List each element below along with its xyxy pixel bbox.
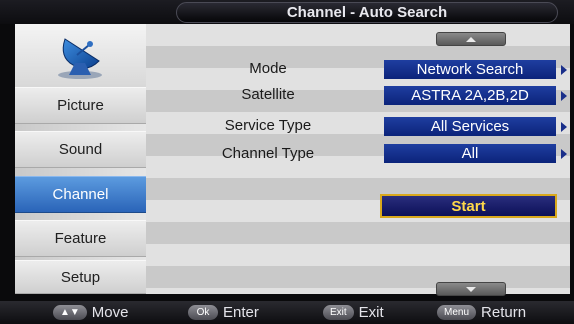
row-stripe [146, 288, 570, 294]
mode-select[interactable]: Network Search [384, 60, 556, 79]
sidebar-item-label: Setup [60, 268, 101, 286]
hint-label: Move [91, 304, 129, 321]
sidebar-item-label: Sound [58, 141, 103, 158]
sidebar-item-setup[interactable]: Setup [15, 260, 146, 294]
mode-value: Network Search [416, 61, 524, 78]
row-stripe [146, 266, 570, 288]
hint-label: Exit [358, 304, 384, 321]
sidebar-item-label: Picture [57, 97, 104, 114]
hint-bar: ▲▼ Move Ok Enter Exit Exit Menu Return [0, 301, 574, 324]
hint-exit: Exit Exit [323, 301, 384, 324]
arrow-right-icon[interactable] [561, 65, 567, 75]
sidebar-item-sound[interactable]: Sound [15, 131, 146, 168]
exit-key-icon: Exit [323, 305, 354, 320]
up-down-key-icon: ▲▼ [53, 305, 87, 320]
service-type-label: Service Type [224, 116, 312, 134]
mode-label: Mode [249, 59, 287, 77]
service-type-select[interactable]: All Services [384, 117, 556, 136]
row-stripe [146, 222, 570, 244]
row-stripe [146, 24, 570, 46]
arrow-up-icon [466, 36, 476, 42]
row-stripe [146, 244, 570, 266]
hint-enter: Ok Enter [188, 301, 259, 324]
channel-type-select[interactable]: All [384, 144, 556, 163]
satellite-select[interactable]: ASTRA 2A,2B,2D [384, 86, 556, 105]
hint-label: Return [481, 304, 527, 321]
satellite-label: Satellite [241, 85, 295, 103]
sidebar-item-channel[interactable]: Channel [15, 176, 146, 213]
scroll-up-button[interactable] [436, 32, 506, 46]
title-bar: Channel - Auto Search [0, 0, 574, 24]
logo-panel [15, 24, 146, 87]
hint-label: Enter [223, 304, 259, 321]
sidebar-item-feature[interactable]: Feature [15, 220, 146, 257]
sidebar-item-label: Channel [52, 186, 109, 203]
sidebar-item-picture[interactable]: Picture [15, 87, 146, 124]
sidebar-item-label: Feature [54, 230, 107, 247]
arrow-right-icon[interactable] [561, 149, 567, 159]
start-button[interactable]: Start [380, 194, 557, 218]
channel-type-value: All [461, 145, 479, 162]
arrow-right-icon[interactable] [561, 122, 567, 132]
scroll-down-button[interactable] [436, 282, 506, 296]
arrow-down-icon [466, 286, 476, 292]
menu-key-icon: Menu [437, 305, 477, 320]
channel-type-label: Channel Type [221, 144, 315, 162]
hint-move: ▲▼ Move [53, 301, 128, 324]
service-type-value: All Services [430, 118, 510, 135]
hint-return: Menu Return [437, 301, 526, 324]
ok-key-icon: Ok [188, 305, 218, 320]
page-title: Channel - Auto Search [176, 2, 558, 23]
tv-menu-screen: Channel - Auto Search Picture Sound Chan… [0, 0, 574, 324]
main-panel: Mode Network Search Satellite ASTRA 2A,2… [146, 24, 570, 296]
arrow-right-icon[interactable] [561, 91, 567, 101]
sidebar: Picture Sound Channel Feature Setup [15, 24, 146, 294]
satellite-value: ASTRA 2A,2B,2D [411, 87, 529, 104]
satellite-dish-icon [58, 38, 102, 79]
